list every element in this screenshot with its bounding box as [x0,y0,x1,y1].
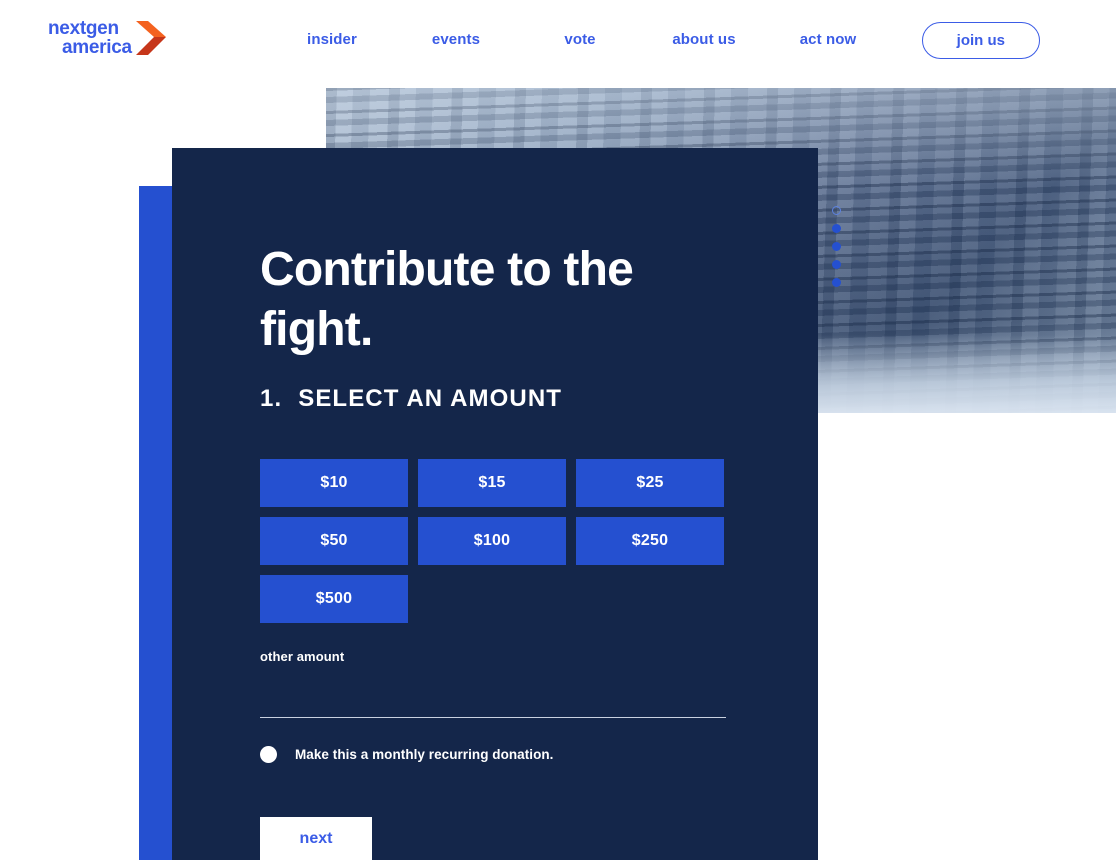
amount-options-grid: $10 $15 $25 $50 $100 $250 $500 [260,458,730,623]
brand-wordmark: nextgen america [48,19,132,57]
carousel-pagination [832,206,841,287]
nav-item-vote[interactable]: vote [518,23,642,56]
site-header: nextgen america insider events vote abou… [0,0,1116,78]
other-amount-input[interactable] [260,683,726,718]
recurring-radio-button[interactable] [260,745,277,763]
carousel-dot-5[interactable] [832,278,841,287]
page-root: nextgen america insider events vote abou… [0,0,1116,860]
carousel-dot-2[interactable] [832,224,841,233]
blue-accent-bar [139,186,172,860]
chevron-right-logo-icon [134,17,168,59]
join-us-container: join us [921,22,1040,59]
step-label: SELECT AN AMOUNT [298,384,563,412]
donation-panel-content: Contribute to the fight. 1. SELECT AN AM… [260,240,730,860]
amount-button-50[interactable]: $50 [260,516,408,565]
amount-button-250[interactable]: $250 [576,516,724,565]
amount-button-100[interactable]: $100 [418,516,566,565]
amount-button-25[interactable]: $25 [576,458,724,507]
nav-item-about-us[interactable]: about us [642,23,766,56]
other-amount-label: other amount [260,648,345,664]
join-us-button[interactable]: join us [921,22,1040,59]
nav-item-insider[interactable]: insider [270,23,394,56]
step-number: 1. [260,384,283,412]
nav-item-act-now[interactable]: act now [766,23,890,56]
page-title: Contribute to the fight. [260,243,634,357]
carousel-dot-3[interactable] [832,242,841,251]
recurring-donation-row[interactable]: Make this a monthly recurring donation. [260,745,730,763]
amount-button-15[interactable]: $15 [418,458,566,507]
carousel-dot-4[interactable] [832,260,841,269]
amount-button-500[interactable]: $500 [260,574,408,623]
carousel-dot-1[interactable] [832,206,841,215]
donation-panel: Contribute to the fight. 1. SELECT AN AM… [172,148,818,860]
brand-logo[interactable]: nextgen america [48,10,168,66]
brand-line-2: america [62,37,132,58]
brand-line-1: nextgen [48,18,119,39]
recurring-donation-label: Make this a monthly recurring donation. [295,746,554,762]
main-navigation: insider events vote about us act now [270,0,890,78]
amount-button-10[interactable]: $10 [260,458,408,507]
nav-item-events[interactable]: events [394,23,518,56]
next-button[interactable]: next [260,816,372,860]
step-heading: 1. SELECT AN AMOUNT [260,385,730,413]
